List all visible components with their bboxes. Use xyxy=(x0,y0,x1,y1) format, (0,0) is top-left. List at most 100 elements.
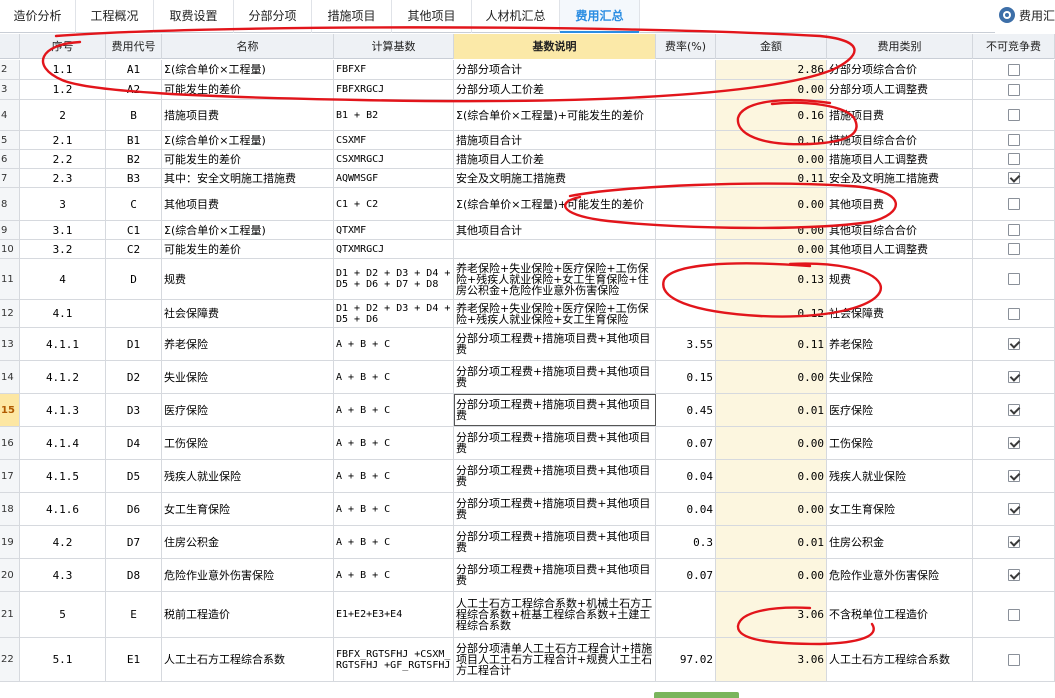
noncompete-cell[interactable] xyxy=(973,80,1055,99)
header-amount[interactable]: 金额 xyxy=(716,34,827,59)
header-code[interactable]: 费用代号 xyxy=(106,34,162,59)
base-cell[interactable]: CSXMF xyxy=(334,131,454,149)
noncompete-cell[interactable] xyxy=(973,493,1055,525)
noncompete-cell[interactable] xyxy=(973,221,1055,239)
desc-cell[interactable]: 养老保险+失业保险+医疗保险+工伤保险+残疾人就业保险+女工生育保险+住房公积金… xyxy=(454,259,656,299)
rate-cell[interactable]: 0.04 xyxy=(656,460,716,492)
noncompete-checkbox[interactable] xyxy=(1007,172,1020,184)
desc-cell[interactable]: 分部分项工程费+措施项目费+其他项目费 xyxy=(454,427,656,459)
table-row[interactable]: 22 5.1 E1 人工土石方工程综合系数 FBFX_RGTSFHJ +CSXM_RGT… xyxy=(0,638,1055,682)
table-row[interactable]: 12 4.1 社会保障费 D1 + D2 + D3 + D4 + D5 + D6 养老保… xyxy=(0,300,1055,328)
base-cell[interactable]: AQWMSGF xyxy=(334,169,454,187)
name-cell[interactable]: 养老保险 xyxy=(162,328,334,360)
name-cell[interactable]: 措施项目费 xyxy=(162,100,334,130)
table-row[interactable]: 5 2.1 B1 Σ(综合单价×工程量) CSXMF 措施项目合计 0.16 措施项目综合合价 xyxy=(0,131,1055,150)
base-cell[interactable]: FBFXF xyxy=(334,60,454,79)
seq-cell[interactable]: 2 xyxy=(20,100,106,130)
type-cell[interactable]: 女工生育保险 xyxy=(827,493,973,525)
code-cell[interactable]: D5 xyxy=(106,460,162,492)
table-row[interactable]: 13 4.1.1 D1 养老保险 A + B + C 分部分项工程费+措施项目费+其他项目… xyxy=(0,328,1055,361)
amount-cell[interactable]: 2.86 xyxy=(716,60,827,79)
name-cell[interactable]: 其中：安全文明施工措施费 xyxy=(162,169,334,187)
name-cell[interactable]: Σ(综合单价×工程量) xyxy=(162,60,334,79)
type-cell[interactable]: 安全及文明施工措施费 xyxy=(827,169,973,187)
table-row[interactable]: 11 4 D 规费 D1 + D2 + D3 + D4 + D5 + D6 + D7 +… xyxy=(0,259,1055,300)
name-cell[interactable]: 女工生育保险 xyxy=(162,493,334,525)
base-cell[interactable]: A + B + C xyxy=(334,526,454,558)
amount-cell[interactable]: 0.01 xyxy=(716,394,827,426)
header-desc[interactable]: 基数说明 xyxy=(454,34,656,59)
amount-cell[interactable]: 0.00 xyxy=(716,188,827,220)
tab-6[interactable]: 人材机汇总 xyxy=(472,0,560,33)
code-cell[interactable]: E xyxy=(106,592,162,637)
noncompete-checkbox[interactable] xyxy=(1007,569,1020,581)
noncompete-checkbox[interactable] xyxy=(1007,198,1020,210)
amount-cell[interactable]: 0.01 xyxy=(716,526,827,558)
noncompete-cell[interactable] xyxy=(973,300,1055,327)
type-cell[interactable]: 规费 xyxy=(827,259,973,299)
name-cell[interactable]: 规费 xyxy=(162,259,334,299)
name-cell[interactable]: 残疾人就业保险 xyxy=(162,460,334,492)
base-cell[interactable]: A + B + C xyxy=(334,394,454,426)
code-cell[interactable]: D2 xyxy=(106,361,162,393)
base-cell[interactable]: A + B + C xyxy=(334,361,454,393)
tab-3[interactable]: 分部分项 xyxy=(234,0,312,33)
noncompete-cell[interactable] xyxy=(973,361,1055,393)
rate-cell[interactable]: 97.02 xyxy=(656,638,716,681)
seq-cell[interactable]: 4.3 xyxy=(20,559,106,591)
noncompete-cell[interactable] xyxy=(973,427,1055,459)
header-name[interactable]: 名称 xyxy=(162,34,334,59)
seq-cell[interactable]: 2.1 xyxy=(20,131,106,149)
seq-cell[interactable]: 4.1.5 xyxy=(20,460,106,492)
tab-5[interactable]: 其他项目 xyxy=(392,0,472,33)
table-row[interactable]: 10 3.2 C2 可能发生的差价 QTXMRGCJ 0.00 其他项目人工调整费 xyxy=(0,240,1055,259)
noncompete-checkbox[interactable] xyxy=(1007,243,1020,255)
tab-0[interactable]: 造价分析 xyxy=(0,0,76,33)
header-noncompete[interactable]: 不可竞争费 xyxy=(973,34,1055,59)
base-cell[interactable]: A + B + C xyxy=(334,559,454,591)
code-cell[interactable]: E1 xyxy=(106,638,162,681)
base-cell[interactable]: D1 + D2 + D3 + D4 + D5 + D6 xyxy=(334,300,454,327)
code-cell[interactable]: B xyxy=(106,100,162,130)
base-cell[interactable]: B1 + B2 xyxy=(334,100,454,130)
noncompete-cell[interactable] xyxy=(973,240,1055,258)
table-row[interactable]: 2 1.1 A1 Σ(综合单价×工程量) FBFXF 分部分项合计 2.86 分部分项综合合价 xyxy=(0,60,1055,80)
header-base[interactable]: 计算基数 xyxy=(334,34,454,59)
code-cell[interactable]: A2 xyxy=(106,80,162,99)
noncompete-checkbox[interactable] xyxy=(1007,371,1020,383)
rate-cell[interactable]: 0.07 xyxy=(656,427,716,459)
tab-2[interactable]: 取费设置 xyxy=(154,0,234,33)
noncompete-cell[interactable] xyxy=(973,259,1055,299)
seq-cell[interactable]: 4 xyxy=(20,259,106,299)
type-cell[interactable]: 其他项目人工调整费 xyxy=(827,240,973,258)
rate-cell[interactable] xyxy=(656,80,716,99)
code-cell[interactable]: B1 xyxy=(106,131,162,149)
base-cell[interactable]: FBFXRGCJ xyxy=(334,80,454,99)
code-cell[interactable]: D8 xyxy=(106,559,162,591)
code-cell[interactable]: D6 xyxy=(106,493,162,525)
noncompete-cell[interactable] xyxy=(973,559,1055,591)
fee-summary-settings-button[interactable]: 费用汇 xyxy=(994,0,1055,33)
code-cell[interactable]: C xyxy=(106,188,162,220)
desc-cell[interactable]: 分部分项工程费+措施项目费+其他项目费 xyxy=(454,394,656,426)
noncompete-checkbox[interactable] xyxy=(1007,470,1020,482)
name-cell[interactable]: 危险作业意外伤害保险 xyxy=(162,559,334,591)
type-cell[interactable]: 住房公积金 xyxy=(827,526,973,558)
type-cell[interactable]: 措施项目综合合价 xyxy=(827,131,973,149)
type-cell[interactable]: 失业保险 xyxy=(827,361,973,393)
noncompete-checkbox[interactable] xyxy=(1007,83,1020,96)
amount-cell[interactable]: 0.11 xyxy=(716,328,827,360)
amount-cell[interactable]: 0.13 xyxy=(716,259,827,299)
rate-cell[interactable]: 0.07 xyxy=(656,559,716,591)
noncompete-checkbox[interactable] xyxy=(1007,404,1020,416)
rate-cell[interactable] xyxy=(656,60,716,79)
name-cell[interactable]: 其他项目费 xyxy=(162,188,334,220)
header-seq[interactable]: 序号 xyxy=(20,34,106,59)
name-cell[interactable]: 工伤保险 xyxy=(162,427,334,459)
name-cell[interactable]: 税前工程造价 xyxy=(162,592,334,637)
rate-cell[interactable] xyxy=(656,188,716,220)
seq-cell[interactable]: 1.2 xyxy=(20,80,106,99)
base-cell[interactable]: A + B + C xyxy=(334,328,454,360)
code-cell[interactable]: D7 xyxy=(106,526,162,558)
name-cell[interactable]: Σ(综合单价×工程量) xyxy=(162,131,334,149)
